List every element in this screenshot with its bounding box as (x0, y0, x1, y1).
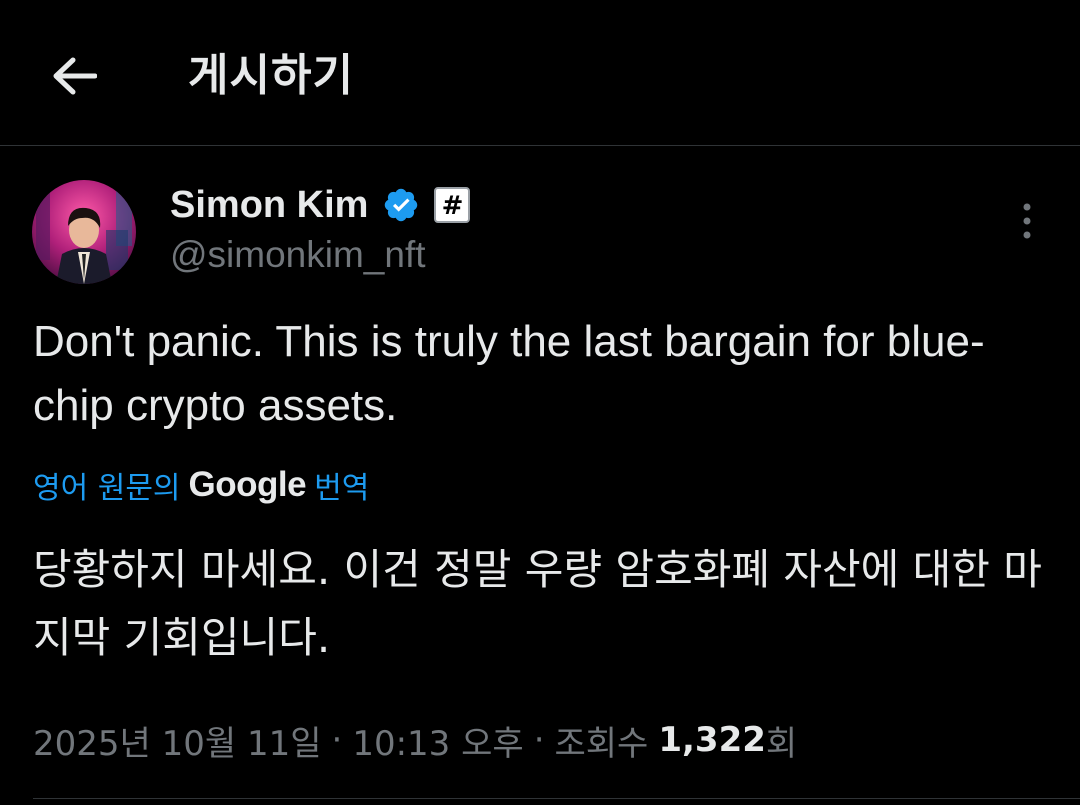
translation-action-link[interactable]: 번역 (314, 463, 369, 507)
avatar-image (32, 180, 136, 284)
more-vertical-icon (1023, 203, 1031, 239)
avatar[interactable] (32, 180, 136, 284)
tweet-metadata: 2025년 10월 11일 · 10:13 오후 · 조회수 1,322 회 (33, 712, 797, 768)
translation-source-label[interactable]: 영어 원문의 (33, 463, 181, 507)
separator-dot: · (331, 720, 343, 760)
views-label: 조회수 (554, 723, 649, 764)
more-options-button[interactable] (1005, 196, 1049, 246)
arrow-left-icon (53, 57, 97, 95)
user-handle[interactable]: @simonkim_nft (170, 232, 426, 278)
author-name-row: Simon Kim # (170, 180, 471, 230)
tweet-text: Don't panic. This is truly the last barg… (33, 317, 985, 430)
post-date[interactable]: 2025년 10월 11일 (33, 716, 322, 765)
affiliation-badge[interactable]: # (434, 187, 471, 223)
verified-badge-icon (382, 186, 420, 224)
divider (33, 798, 1080, 799)
translation-attribution: 영어 원문의 Google 번역 (33, 460, 369, 510)
top-bar: 게시하기 (0, 0, 1080, 146)
translated-text: 당황하지 마세요. 이건 정말 우량 암호화폐 자산에 대한 마지막 기회입니다… (33, 545, 1042, 662)
views-count[interactable]: 1,322 (658, 720, 766, 760)
separator-dot: · (533, 720, 545, 760)
views-suffix: 회 (765, 723, 798, 764)
page-title: 게시하기 (188, 50, 354, 101)
google-logo: Google (188, 465, 307, 504)
post-time[interactable]: 10:13 오후 (352, 716, 523, 765)
back-button[interactable] (44, 46, 104, 106)
display-name[interactable]: Simon Kim (170, 184, 368, 227)
